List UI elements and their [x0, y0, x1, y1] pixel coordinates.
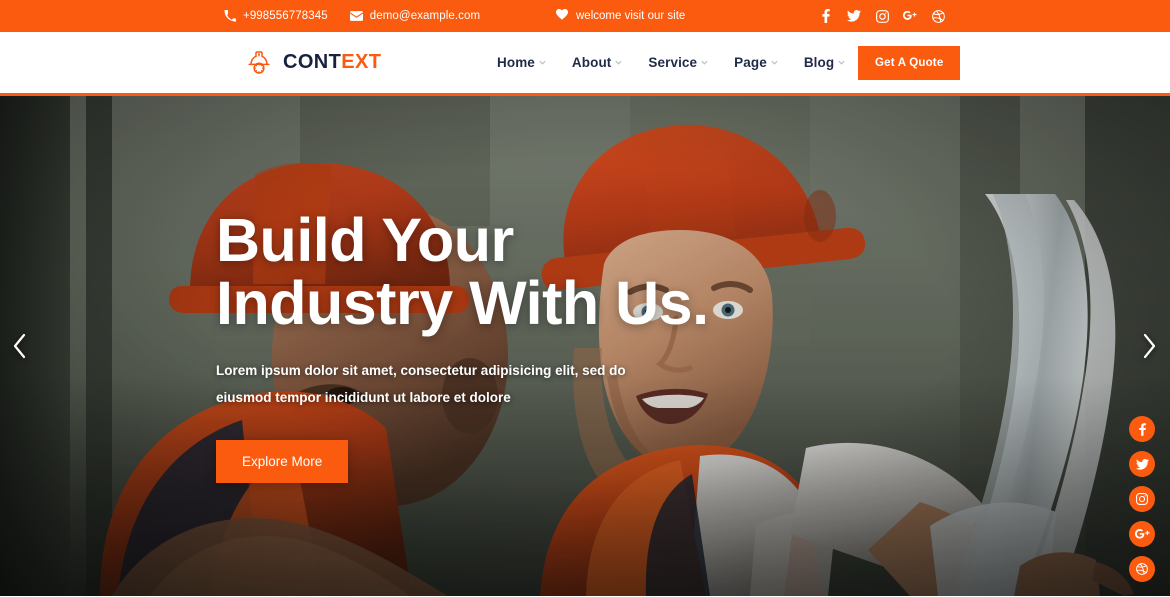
chevron-down-icon: [838, 60, 845, 65]
floating-social-rail: [1129, 416, 1155, 582]
dribbble-icon[interactable]: [931, 9, 945, 23]
nav-item-about[interactable]: About: [572, 55, 622, 70]
nav-item-service[interactable]: Service: [648, 55, 708, 70]
nav-label: Service: [648, 55, 698, 70]
logo-text-dark: CONT: [283, 51, 342, 73]
nav-item-blog[interactable]: Blog: [804, 55, 845, 70]
chevron-down-icon: [539, 60, 546, 65]
get-a-quote-button[interactable]: Get A Quote: [858, 45, 961, 80]
facebook-icon: [1138, 422, 1146, 436]
topbar-email-label: demo@example.com: [369, 10, 481, 22]
google-plus-icon[interactable]: [903, 9, 917, 23]
top-bar: +998556778345 demo@example.com welcome v…: [0, 0, 1170, 32]
hero-title-line2: Industry With Us.: [216, 268, 709, 337]
instagram-icon[interactable]: [875, 9, 889, 23]
nav-item-home[interactable]: Home: [497, 55, 546, 70]
rail-google-plus-button[interactable]: [1129, 521, 1155, 547]
rail-twitter-button[interactable]: [1129, 451, 1155, 477]
chevron-down-icon: [771, 60, 778, 65]
heart-icon: [556, 9, 568, 23]
topbar-phone[interactable]: +998556778345: [224, 10, 328, 22]
hero-title-line1: Build Your: [216, 206, 514, 274]
topbar-email[interactable]: demo@example.com: [349, 10, 481, 22]
nav-item-page[interactable]: Page: [734, 55, 778, 70]
google-plus-icon: [1134, 528, 1150, 540]
instagram-icon: [1136, 493, 1148, 505]
hero-description: Lorem ipsum dolor sit amet, consectetur …: [216, 362, 626, 406]
explore-more-button[interactable]: Explore More: [216, 440, 349, 483]
envelope-icon: [349, 11, 363, 21]
logo-text-accent: EXT: [341, 51, 382, 73]
nav-label: Blog: [803, 55, 835, 70]
helmet-gear-icon: [244, 48, 274, 78]
phone-icon: [224, 10, 236, 22]
topbar-welcome: welcome visit our site: [556, 9, 685, 23]
logo-text: CONTEXT: [283, 51, 381, 74]
nav-label: Page: [734, 55, 767, 70]
facebook-icon[interactable]: [819, 9, 833, 23]
hero-content: Build Your Industry With Us. Lorem ipsum…: [216, 96, 936, 596]
rail-dribbble-button[interactable]: [1129, 556, 1155, 582]
slider-next-button[interactable]: [1132, 323, 1166, 369]
rail-facebook-button[interactable]: [1129, 416, 1155, 442]
dribbble-icon: [1136, 563, 1148, 575]
chevron-right-icon: [1142, 333, 1157, 359]
nav-label: Home: [497, 55, 535, 70]
chevron-down-icon: [615, 60, 622, 65]
nav-label: About: [571, 55, 612, 70]
rail-instagram-button[interactable]: [1129, 486, 1155, 512]
twitter-icon: [1135, 458, 1149, 470]
slider-prev-button[interactable]: [2, 323, 36, 369]
twitter-icon[interactable]: [847, 9, 861, 23]
hero-title: Build Your Industry With Us.: [216, 209, 936, 335]
topbar-welcome-label: welcome visit our site: [576, 10, 686, 22]
chevron-down-icon: [701, 60, 708, 65]
chevron-left-icon: [12, 333, 27, 359]
logo[interactable]: CONTEXT: [244, 48, 381, 78]
site-header: CONTEXT Home About Service Page Blog Con…: [0, 32, 1170, 96]
topbar-contact-group: +998556778345 demo@example.com: [224, 10, 480, 22]
hero-slider: Build Your Industry With Us. Lorem ipsum…: [0, 96, 1170, 596]
topbar-phone-label: +998556778345: [243, 10, 328, 22]
topbar-social-links: [819, 9, 945, 23]
